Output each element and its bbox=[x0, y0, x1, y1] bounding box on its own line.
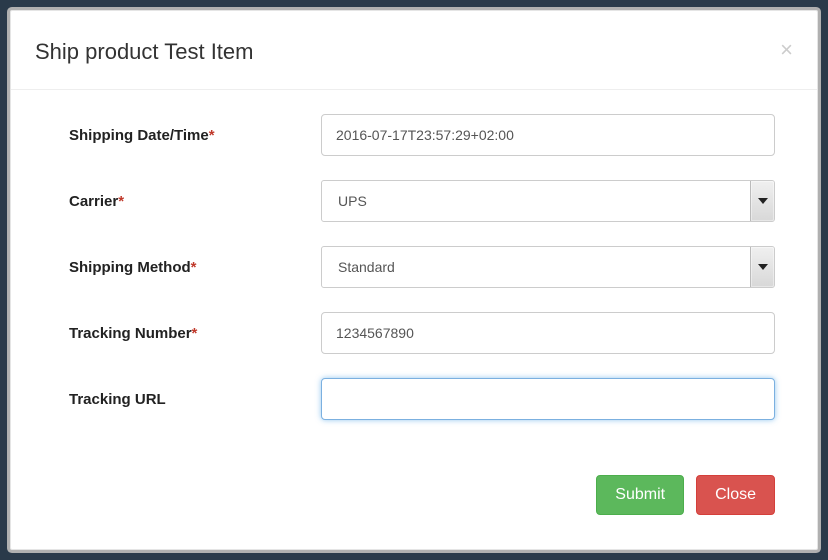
chevron-down-icon bbox=[750, 181, 774, 221]
label-tracking-number-text: Tracking Number bbox=[69, 325, 192, 342]
required-mark: * bbox=[209, 127, 215, 144]
label-tracking-number: Tracking Number* bbox=[69, 325, 321, 342]
row-carrier: Carrier* UPS bbox=[69, 180, 775, 222]
close-icon[interactable]: × bbox=[780, 39, 793, 61]
row-tracking-number: Tracking Number* bbox=[69, 312, 775, 354]
shipping-method-select[interactable]: Standard bbox=[321, 246, 775, 288]
ship-product-modal: Ship product Test Item × Shipping Date/T… bbox=[10, 10, 818, 550]
label-shipping-method-text: Shipping Method bbox=[69, 259, 191, 276]
required-mark: * bbox=[192, 325, 198, 342]
shipping-method-select-value: Standard bbox=[321, 246, 775, 288]
submit-button[interactable]: Submit bbox=[596, 475, 684, 515]
modal-footer: Submit Close bbox=[11, 467, 817, 549]
label-tracking-url-text: Tracking URL bbox=[69, 391, 166, 408]
label-tracking-url: Tracking URL bbox=[69, 391, 321, 408]
label-carrier-text: Carrier bbox=[69, 193, 118, 210]
modal-backdrop: Ship product Test Item × Shipping Date/T… bbox=[0, 0, 828, 560]
modal-body: Shipping Date/Time* Carrier* UPS bbox=[11, 90, 817, 467]
chevron-down-icon bbox=[750, 247, 774, 287]
required-mark: * bbox=[118, 193, 124, 210]
tracking-number-input[interactable] bbox=[321, 312, 775, 354]
modal-title: Ship product Test Item bbox=[35, 39, 254, 65]
row-tracking-url: Tracking URL bbox=[69, 378, 775, 420]
modal-header: Ship product Test Item × bbox=[11, 11, 817, 90]
required-mark: * bbox=[191, 259, 197, 276]
tracking-url-input[interactable] bbox=[321, 378, 775, 420]
label-carrier: Carrier* bbox=[69, 193, 321, 210]
close-button[interactable]: Close bbox=[696, 475, 775, 515]
label-shipping-date: Shipping Date/Time* bbox=[69, 127, 321, 144]
carrier-select-value: UPS bbox=[321, 180, 775, 222]
row-shipping-date: Shipping Date/Time* bbox=[69, 114, 775, 156]
label-shipping-method: Shipping Method* bbox=[69, 259, 321, 276]
carrier-select[interactable]: UPS bbox=[321, 180, 775, 222]
label-shipping-date-text: Shipping Date/Time bbox=[69, 127, 209, 144]
row-shipping-method: Shipping Method* Standard bbox=[69, 246, 775, 288]
shipping-date-input[interactable] bbox=[321, 114, 775, 156]
